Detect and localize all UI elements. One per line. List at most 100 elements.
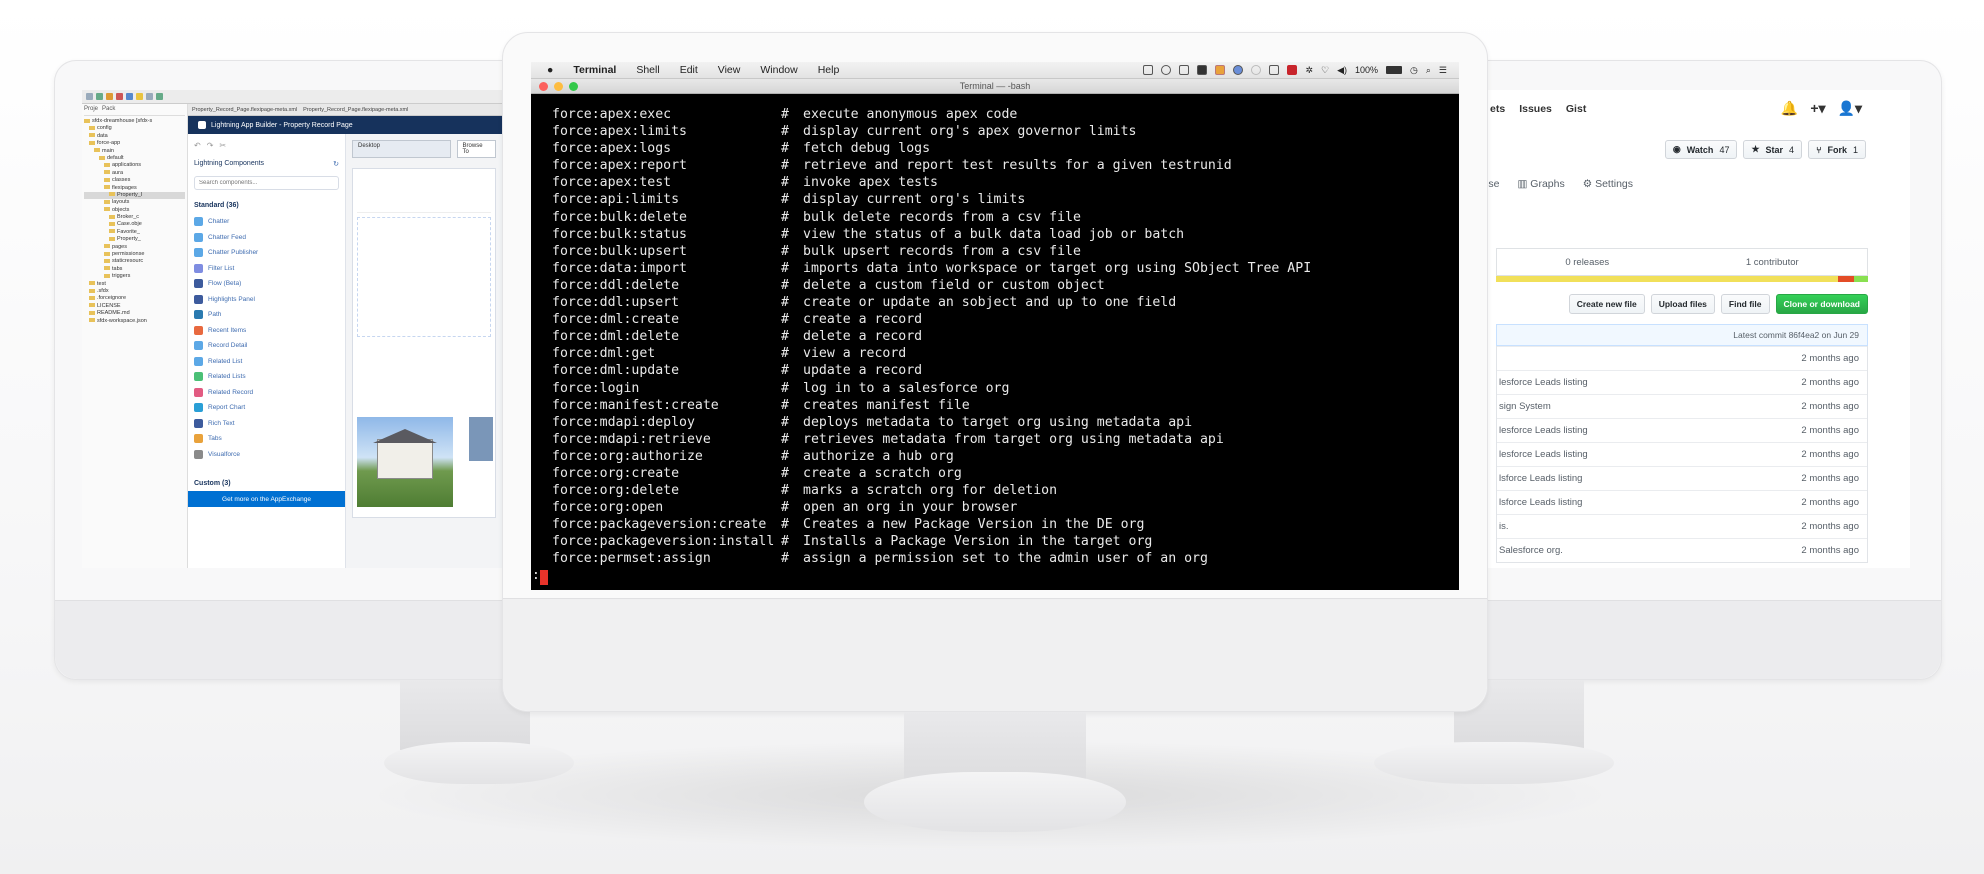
tree-item[interactable]: triggers xyxy=(84,273,185,280)
tree-item[interactable]: staticresourc xyxy=(84,258,185,265)
nav-link[interactable]: ets xyxy=(1490,103,1505,115)
fork-button[interactable]: ⑂ Fork 1 xyxy=(1808,140,1866,159)
toolbar-icon[interactable] xyxy=(156,93,163,100)
component-item[interactable]: Filter List xyxy=(194,261,339,277)
status-icon[interactable] xyxy=(1233,65,1244,75)
find-file-button[interactable]: Find file xyxy=(1720,294,1770,314)
fork-count[interactable]: 1 xyxy=(1853,145,1858,155)
toolbar-icon[interactable] xyxy=(96,93,103,100)
tab-pulse[interactable]: lse xyxy=(1486,178,1499,190)
commit-message[interactable]: Salesforce org. xyxy=(1499,545,1563,556)
status-icon[interactable] xyxy=(1215,65,1226,75)
tree-item[interactable]: Property_I xyxy=(84,191,185,200)
upload-files-button[interactable]: Upload files xyxy=(1650,294,1715,314)
menu-view[interactable]: View xyxy=(718,64,741,76)
releases-link[interactable]: 0 releases xyxy=(1565,257,1609,268)
tree-item[interactable]: pages xyxy=(84,244,185,251)
file-row[interactable]: lesforce Leads listing 2 months ago xyxy=(1497,418,1867,442)
tree-item[interactable]: LICENSE xyxy=(84,303,185,310)
file-row[interactable]: lesforce Leads listing 2 months ago xyxy=(1497,370,1867,394)
component-item[interactable]: Visualforce xyxy=(194,447,339,463)
file-row[interactable]: sign System 2 months ago xyxy=(1497,394,1867,418)
component-item[interactable]: Report Chart xyxy=(194,400,339,416)
commit-message[interactable]: lesforce Leads listing xyxy=(1499,425,1588,436)
commit-message[interactable]: lsforce Leads listing xyxy=(1499,473,1582,484)
nav-gist[interactable]: Gist xyxy=(1566,103,1586,115)
commit-message[interactable]: is. xyxy=(1499,521,1509,532)
tree-item[interactable]: classes xyxy=(84,177,185,184)
file-row[interactable]: lsforce Leads listing 2 months ago xyxy=(1497,466,1867,490)
menu-window[interactable]: Window xyxy=(760,64,797,76)
nav-issues[interactable]: Issues xyxy=(1519,103,1552,115)
tree-item[interactable]: Property_ xyxy=(84,236,185,243)
redo-icon[interactable]: ↷ xyxy=(207,141,214,150)
undo-icon[interactable]: ↶ xyxy=(194,141,201,150)
apple-icon[interactable]: ● xyxy=(547,64,553,76)
file-row[interactable]: Salesforce org. 2 months ago xyxy=(1497,538,1867,562)
status-icon[interactable] xyxy=(1161,65,1172,75)
commit-message[interactable]: lsforce Leads listing xyxy=(1499,497,1582,508)
record-page-preview[interactable] xyxy=(352,168,496,518)
editor-tab[interactable]: Property_Record_Page.flexipage-meta.xml xyxy=(303,107,408,113)
status-icon[interactable] xyxy=(1269,65,1280,75)
avatar-dropdown-icon[interactable]: 👤▾ xyxy=(1838,100,1862,117)
tab-package[interactable]: Pack xyxy=(102,106,115,115)
component-item[interactable]: Related Record xyxy=(194,385,339,401)
tree-item[interactable]: README.md xyxy=(84,310,185,317)
commit-message[interactable]: lesforce Leads listing xyxy=(1499,449,1588,460)
spotlight-icon[interactable]: ⌕ xyxy=(1426,65,1431,76)
component-item[interactable]: Chatter Publisher xyxy=(194,245,339,261)
menu-help[interactable]: Help xyxy=(818,64,840,76)
tree-item[interactable]: applications xyxy=(84,162,185,169)
watch-button[interactable]: ◉ Watch 47 xyxy=(1664,140,1738,159)
wifi-icon[interactable]: ♡ xyxy=(1321,65,1329,76)
file-row[interactable]: is. 2 months ago xyxy=(1497,514,1867,538)
tree-item[interactable]: flexipages xyxy=(84,185,185,192)
create-file-button[interactable]: Create new file xyxy=(1568,294,1645,314)
tree-item[interactable]: data xyxy=(84,133,185,140)
component-item[interactable]: Flow (Beta) xyxy=(194,276,339,292)
tree-item[interactable]: force-app xyxy=(84,140,185,147)
component-item[interactable]: Record Detail xyxy=(194,338,339,354)
browse-button[interactable]: Browse To xyxy=(456,140,496,158)
component-item[interactable]: Path xyxy=(194,307,339,323)
component-item[interactable]: Rich Text xyxy=(194,416,339,432)
volume-icon[interactable]: ◀) xyxy=(1337,65,1347,76)
tree-item[interactable]: objects xyxy=(84,207,185,214)
appexchange-link[interactable]: Get more on the AppExchange xyxy=(188,491,345,507)
component-search-input[interactable] xyxy=(194,176,339,190)
component-item[interactable]: Related Lists xyxy=(194,369,339,385)
tree-item[interactable]: sfdx-workspace.json xyxy=(84,318,185,325)
tree-item[interactable]: sfdx-dreamhouse [sfdx-s xyxy=(84,118,185,125)
custom-heading[interactable]: Custom (3) xyxy=(194,480,339,487)
standard-heading[interactable]: Standard (36) xyxy=(194,202,339,209)
toolbar-icon[interactable] xyxy=(136,93,143,100)
battery-percent[interactable]: 100% xyxy=(1355,65,1378,75)
device-select[interactable]: Desktop xyxy=(352,140,451,158)
file-row[interactable]: lsforce Leads listing 2 months ago xyxy=(1497,490,1867,514)
tree-item[interactable]: tabs xyxy=(84,266,185,273)
toolbar-icon[interactable] xyxy=(86,93,93,100)
tree-item[interactable]: aura xyxy=(84,170,185,177)
language-bar[interactable] xyxy=(1496,276,1868,282)
status-icon[interactable] xyxy=(1143,65,1154,75)
toolbar-icon[interactable] xyxy=(106,93,113,100)
status-icon[interactable] xyxy=(1287,65,1298,75)
latest-commit[interactable]: Latest commit 86f4ea2 on Jun 29 xyxy=(1496,324,1868,346)
menu-edit[interactable]: Edit xyxy=(680,64,698,76)
status-icon[interactable] xyxy=(1251,65,1262,75)
component-item[interactable]: Chatter xyxy=(194,214,339,230)
terminal-titlebar[interactable]: Terminal — -bash xyxy=(531,79,1459,94)
bluetooth-icon[interactable]: ✲ xyxy=(1305,65,1313,76)
star-button[interactable]: ★ Star 4 xyxy=(1743,140,1803,159)
toolbar-icon[interactable] xyxy=(146,93,153,100)
tree-item[interactable]: config xyxy=(84,125,185,132)
clock-icon[interactable]: ◷ xyxy=(1410,65,1418,76)
notification-center-icon[interactable]: ☰ xyxy=(1439,65,1447,76)
cut-icon[interactable]: ✂ xyxy=(219,141,226,150)
tree-item[interactable]: main xyxy=(84,148,185,155)
component-item[interactable]: Chatter Feed xyxy=(194,230,339,246)
tree-item[interactable]: .forceignore xyxy=(84,295,185,302)
tree-item[interactable]: test xyxy=(84,281,185,288)
toolbar-icon[interactable] xyxy=(116,93,123,100)
